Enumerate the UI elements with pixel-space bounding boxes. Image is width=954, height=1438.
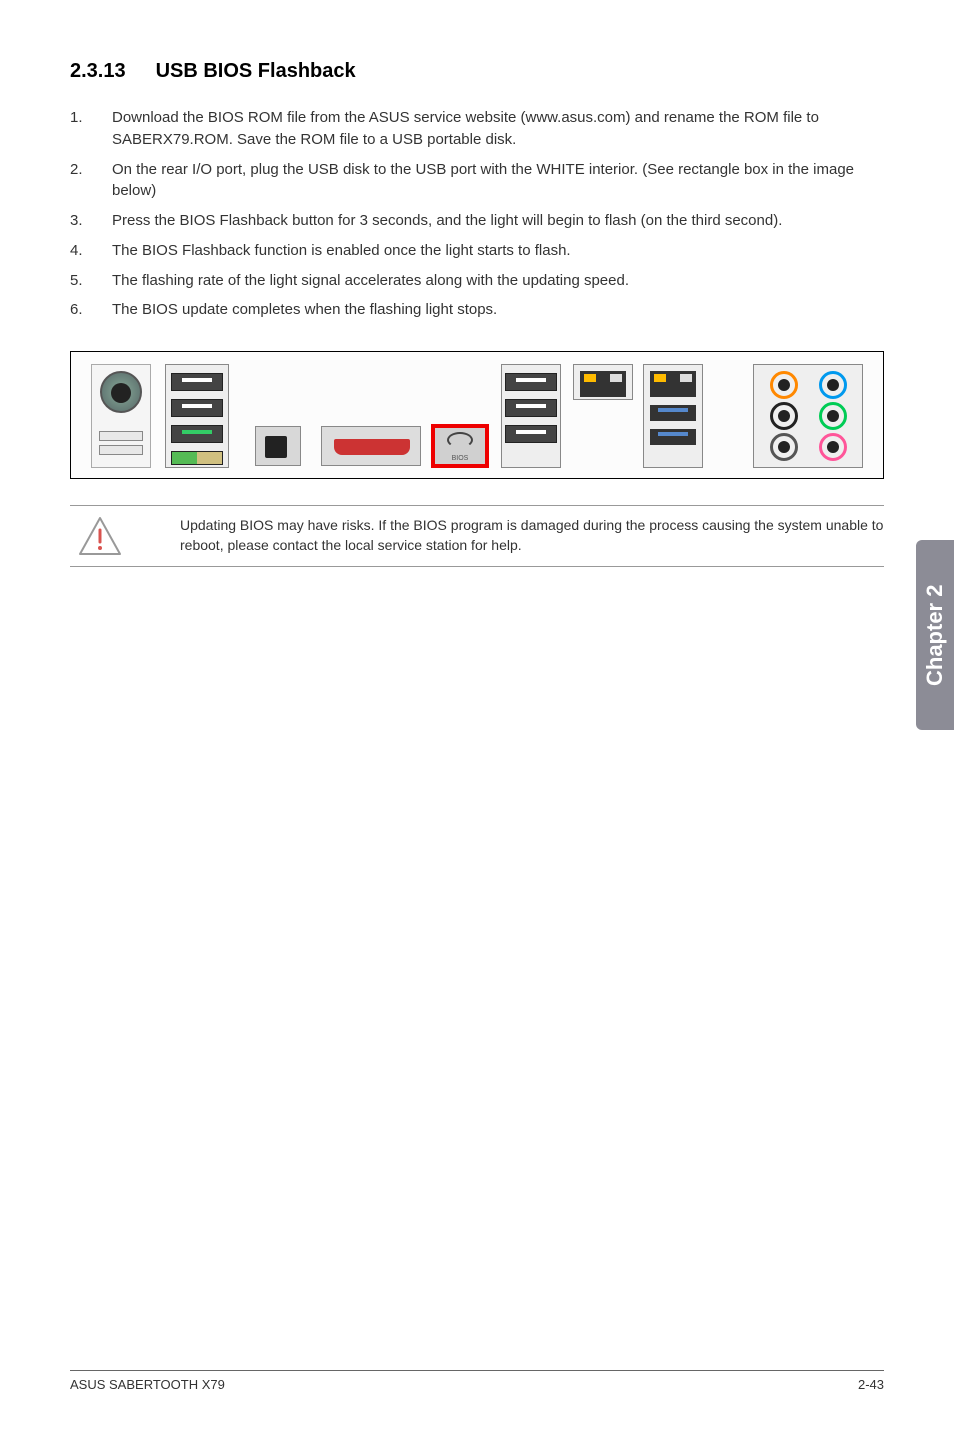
section-title: USB BIOS Flashback xyxy=(156,60,356,82)
audio-jack-blue-icon xyxy=(819,371,847,399)
list-number: 2. xyxy=(70,159,112,203)
audio-jack-grey-icon xyxy=(770,433,798,461)
footer-right: 2-43 xyxy=(858,1377,884,1392)
list-item: 3. Press the BIOS Flashback button for 3… xyxy=(70,210,884,232)
audio-jack-orange-icon xyxy=(770,371,798,399)
warning-triangle-icon xyxy=(78,516,122,556)
list-item: 6. The BIOS update completes when the fl… xyxy=(70,299,884,321)
list-text: Download the BIOS ROM file from the ASUS… xyxy=(112,107,884,151)
lan-port-icon xyxy=(573,364,633,400)
list-number: 5. xyxy=(70,270,112,292)
usb-lan-stack-icon xyxy=(643,364,703,468)
bios-flashback-port-highlight-icon xyxy=(431,424,489,468)
chapter-tab: Chapter 2 xyxy=(916,540,954,730)
warning-note: Updating BIOS may have risks. If the BIO… xyxy=(70,505,884,567)
audio-jack-black-icon xyxy=(770,402,798,430)
list-text: Press the BIOS Flashback button for 3 se… xyxy=(112,210,782,232)
footer-left: ASUS SABERTOOTH X79 xyxy=(70,1377,225,1392)
section-number: 2.3.13 xyxy=(70,60,150,83)
list-number: 4. xyxy=(70,240,112,262)
list-item: 5. The flashing rate of the light signal… xyxy=(70,270,884,292)
list-number: 6. xyxy=(70,299,112,321)
usb-stack-icon xyxy=(165,364,229,468)
list-item: 4. The BIOS Flashback function is enable… xyxy=(70,240,884,262)
list-text: On the rear I/O port, plug the USB disk … xyxy=(112,159,884,203)
hdmi-port-icon xyxy=(321,426,421,466)
audio-jack-green-icon xyxy=(819,402,847,430)
page-footer: ASUS SABERTOOTH X79 2-43 xyxy=(70,1370,884,1392)
instruction-list: 1. Download the BIOS ROM file from the A… xyxy=(70,107,884,321)
list-item: 2. On the rear I/O port, plug the USB di… xyxy=(70,159,884,203)
ps2-port-icon xyxy=(91,364,151,468)
list-text: The BIOS update completes when the flash… xyxy=(112,299,497,321)
list-text: The BIOS Flashback function is enabled o… xyxy=(112,240,571,262)
list-number: 3. xyxy=(70,210,112,232)
audio-jack-pink-icon xyxy=(819,433,847,461)
audio-jacks-icon xyxy=(753,364,863,468)
list-item: 1. Download the BIOS ROM file from the A… xyxy=(70,107,884,151)
warning-text: Updating BIOS may have risks. If the BIO… xyxy=(152,516,884,555)
io-panel-diagram xyxy=(70,351,884,479)
list-number: 1. xyxy=(70,107,112,151)
usb-lan-stack-icon xyxy=(501,364,561,468)
section-heading: 2.3.13 USB BIOS Flashback xyxy=(70,60,884,83)
list-text: The flashing rate of the light signal ac… xyxy=(112,270,629,292)
spdif-port-icon xyxy=(255,426,301,466)
